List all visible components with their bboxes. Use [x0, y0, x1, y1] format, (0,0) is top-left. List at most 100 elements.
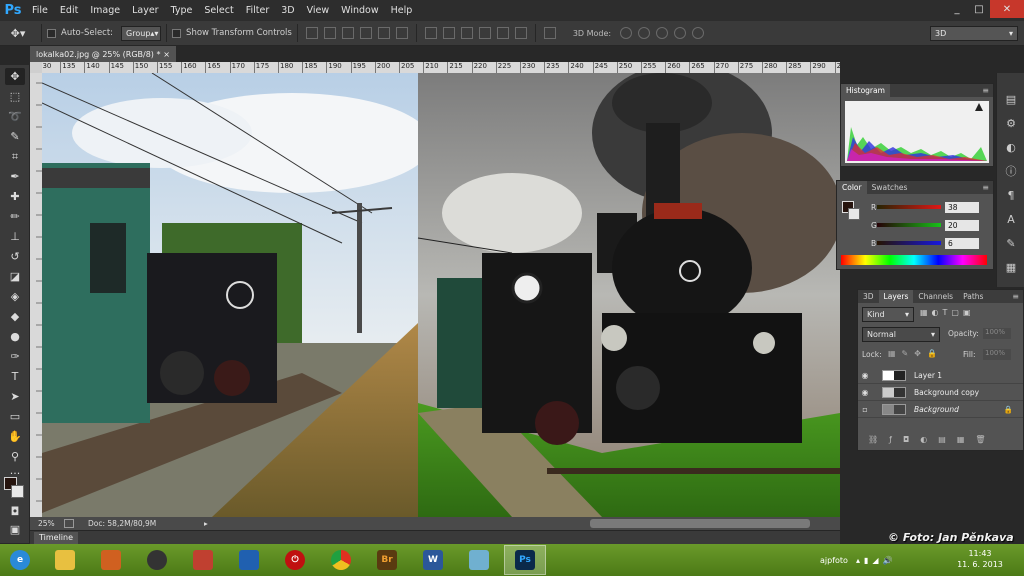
rectangle-tool-icon[interactable]: ▭ — [5, 408, 25, 425]
path-selection-tool-icon[interactable]: ➤ — [5, 388, 25, 405]
layer-row[interactable]: ◉ Layer 1 — [858, 367, 1023, 384]
minimize-button[interactable]: _ — [946, 0, 968, 18]
fill-input[interactable]: 100% — [983, 349, 1011, 360]
taskbar-app[interactable]: ⏻ — [274, 545, 316, 575]
visibility-eye-icon[interactable]: ◉ — [858, 388, 872, 397]
paragraph-panel-icon[interactable]: ¶ — [1003, 187, 1019, 203]
distribute-vcenter-icon[interactable] — [442, 27, 455, 39]
move-tool-preset[interactable]: ✥▾ — [0, 23, 36, 43]
taskbar-app[interactable]: Br — [366, 545, 408, 575]
distribute-top-icon[interactable] — [424, 27, 437, 39]
brush-tool-icon[interactable]: ✏ — [5, 208, 25, 225]
layer-actions[interactable]: ⛓ƒ◘◐▤▦🗑 — [868, 435, 997, 444]
menu-file[interactable]: File — [26, 5, 54, 16]
horizontal-scrollbar-thumb[interactable] — [590, 519, 810, 528]
dodge-tool-icon[interactable]: ● — [5, 328, 25, 345]
move-tool-icon[interactable]: ✥ — [5, 68, 25, 85]
red-slider[interactable] — [877, 205, 941, 209]
type-tool-icon[interactable]: T — [5, 368, 25, 385]
lasso-tool-icon[interactable]: ➰ — [5, 108, 25, 125]
blue-slider[interactable] — [877, 241, 941, 245]
visibility-eye-icon[interactable]: ◉ — [858, 371, 872, 380]
taskbar-app[interactable] — [90, 545, 132, 575]
start-button[interactable]: e — [0, 545, 40, 575]
crop-tool-icon[interactable]: ⌗ — [5, 148, 25, 165]
layer-row[interactable]: ▫ Background 🔒 — [858, 401, 1023, 418]
tool-presets-icon[interactable]: ▦ — [1003, 259, 1019, 275]
align-vcenter-icon[interactable] — [323, 27, 336, 39]
marquee-tool-icon[interactable]: ⬚ — [5, 88, 25, 105]
tray-icons[interactable]: ▴▮◢🔊 — [856, 556, 897, 565]
brush-panel-icon[interactable]: ✎ — [1003, 235, 1019, 251]
menu-type[interactable]: Type — [165, 5, 199, 16]
properties-panel-icon[interactable]: ⚙ — [1003, 115, 1019, 131]
slide-3d-icon[interactable] — [674, 27, 687, 39]
blend-mode-dropdown[interactable]: Normal ▾ — [862, 327, 940, 342]
tab-swatches[interactable]: Swatches — [867, 181, 913, 194]
menu-filter[interactable]: Filter — [240, 5, 276, 16]
distribute-hcenter-icon[interactable] — [496, 27, 509, 39]
tab-layers[interactable]: Layers — [878, 290, 914, 303]
opacity-input[interactable]: 100% — [983, 328, 1011, 339]
visibility-off-icon[interactable]: ▫ — [858, 405, 872, 414]
info-panel-icon[interactable]: ⓘ — [1003, 163, 1019, 179]
align-hcenter-icon[interactable] — [377, 27, 390, 39]
lock-icons[interactable]: ▦✎✥🔒 — [888, 349, 943, 358]
close-button[interactable]: ✕ — [990, 0, 1024, 18]
taskbar-app[interactable] — [136, 545, 178, 575]
pen-tool-icon[interactable]: ✑ — [5, 348, 25, 365]
background-color-swatch[interactable] — [11, 485, 24, 498]
show-transform-checkbox[interactable]: Show Transform Controls — [172, 28, 292, 38]
quick-select-tool-icon[interactable]: ✎ — [5, 128, 25, 145]
status-arrow-icon[interactable]: ▸ — [204, 519, 208, 528]
menu-window[interactable]: Window — [335, 5, 384, 16]
status-menu-icon[interactable] — [64, 519, 74, 528]
menu-view[interactable]: View — [301, 5, 336, 16]
blur-tool-icon[interactable]: ◆ — [5, 308, 25, 325]
close-tab-icon[interactable]: × — [163, 50, 170, 59]
taskbar-app-active[interactable]: Ps — [504, 545, 546, 575]
green-value-input[interactable]: 20 — [945, 219, 979, 231]
rotate-3d-icon[interactable] — [620, 27, 633, 39]
distribute-right-icon[interactable] — [514, 27, 527, 39]
menu-layer[interactable]: Layer — [126, 5, 165, 16]
zoom-tool-icon[interactable]: ⚲ — [5, 448, 25, 465]
menu-edit[interactable]: Edit — [54, 5, 84, 16]
tab-color[interactable]: Color — [837, 181, 867, 194]
taskbar-app[interactable]: W — [412, 545, 454, 575]
ruler-origin[interactable] — [30, 62, 42, 73]
scale-3d-icon[interactable] — [692, 27, 705, 39]
taskbar-app[interactable] — [228, 545, 270, 575]
layer-kind-filter[interactable]: Kind ▾ — [862, 307, 914, 322]
canvas[interactable] — [42, 73, 840, 517]
panel-menu-icon[interactable]: ≡ — [982, 86, 989, 95]
tab-channels[interactable]: Channels — [913, 290, 958, 303]
drag-3d-icon[interactable] — [656, 27, 669, 39]
tab-3d[interactable]: 3D — [858, 290, 879, 303]
clone-stamp-tool-icon[interactable]: ⊥ — [5, 228, 25, 245]
align-right-icon[interactable] — [395, 27, 408, 39]
panel-menu-icon[interactable]: ≡ — [982, 183, 989, 192]
taskbar-app[interactable] — [320, 545, 362, 575]
history-brush-tool-icon[interactable]: ↺ — [5, 248, 25, 265]
align-top-icon[interactable] — [305, 27, 318, 39]
distribute-bottom-icon[interactable] — [460, 27, 473, 39]
align-bottom-icon[interactable] — [341, 27, 354, 39]
clock[interactable]: 11:43 11. 6. 2013 — [950, 548, 1010, 570]
green-slider[interactable] — [877, 223, 941, 227]
zoom-level[interactable]: 25% — [30, 519, 64, 528]
document-tab[interactable]: lokalka02.jpg @ 25% (RGB/8) * × — [30, 46, 176, 62]
tab-paths[interactable]: Paths — [958, 290, 988, 303]
distribute-left-icon[interactable] — [478, 27, 491, 39]
taskbar-app[interactable] — [458, 545, 500, 575]
menu-image[interactable]: Image — [84, 5, 126, 16]
tab-histogram[interactable]: Histogram — [841, 84, 890, 97]
panel-menu-icon[interactable]: ≡ — [1012, 292, 1019, 301]
horizontal-ruler[interactable]: 130 135 140 145 150 155 160 165 170 175 180 185 190 1… — [42, 62, 840, 73]
layer-row[interactable]: ◉ Background copy — [858, 384, 1023, 401]
align-left-icon[interactable] — [359, 27, 372, 39]
menu-3d[interactable]: 3D — [275, 5, 300, 16]
blue-value-input[interactable]: 6 — [945, 237, 979, 249]
color-spectrum-bar[interactable] — [841, 255, 987, 265]
roll-3d-icon[interactable] — [638, 27, 651, 39]
